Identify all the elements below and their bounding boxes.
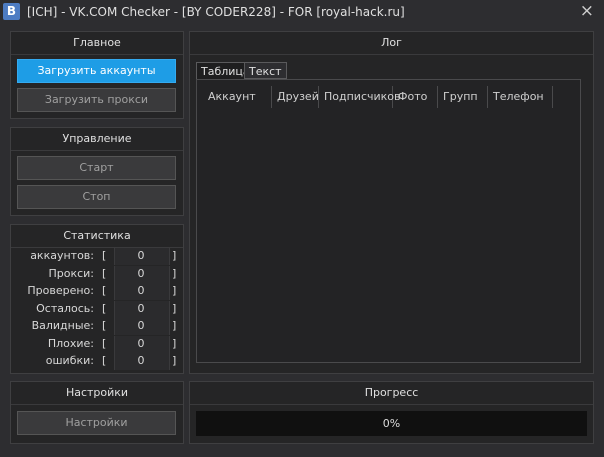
settings-button[interactable]: Настройки <box>17 411 176 435</box>
stat-bracket-right: ] <box>172 266 177 280</box>
stat-row: Прокси: [0] <box>12 265 178 283</box>
stat-bracket-right: ] <box>172 354 177 367</box>
load-accounts-button[interactable]: Загрузить аккаунты <box>17 59 176 83</box>
column-photos[interactable]: Фото <box>393 86 438 108</box>
stat-bracket-left: [ <box>102 284 107 297</box>
stat-value: 0 <box>137 301 145 315</box>
stat-label: Осталось: <box>36 301 94 315</box>
stat-row: Валидные: [0] <box>12 318 178 335</box>
stat-bracket-right: ] <box>172 319 177 332</box>
stat-bracket-left: [ <box>102 266 107 280</box>
stat-bracket-right: ] <box>172 284 177 297</box>
stat-bracket-right: ] <box>172 301 177 315</box>
stat-value: 0 <box>137 249 145 262</box>
stat-bracket-left: [ <box>102 319 107 332</box>
stat-bracket-left: [ <box>102 249 107 262</box>
log-panel-header: Лог <box>190 32 593 55</box>
stat-row: Осталось: [0] <box>12 300 178 318</box>
stat-bracket-left: [ <box>102 336 107 350</box>
load-proxies-button[interactable]: Загрузить прокси <box>17 88 176 112</box>
start-button[interactable]: Старт <box>17 156 176 180</box>
progress-bar: 0% <box>196 411 587 436</box>
stop-button[interactable]: Стоп <box>17 185 176 209</box>
stat-row: Плохие: [0] <box>12 335 178 353</box>
stat-bracket-left: [ <box>102 301 107 315</box>
stat-value: 0 <box>137 336 145 350</box>
progress-panel-header: Прогресс <box>190 382 593 405</box>
column-groups[interactable]: Групп <box>438 86 488 108</box>
column-phone[interactable]: Телефон <box>488 86 553 108</box>
stat-label: Прокси: <box>48 266 94 280</box>
stat-value: 0 <box>137 354 145 367</box>
column-account[interactable]: Аккаунт <box>203 86 272 108</box>
stat-row: ошибки: [0] <box>12 353 178 370</box>
column-followers[interactable]: Подписчиков <box>319 86 401 108</box>
stat-label: аккаунтов: <box>30 249 94 262</box>
stat-row: аккаунтов: [0] <box>12 248 178 265</box>
stat-bracket-right: ] <box>172 336 177 350</box>
stat-bracket-right: ] <box>172 249 177 262</box>
settings-panel-header: Настройки <box>11 382 183 405</box>
stat-label: Плохие: <box>47 336 94 350</box>
log-table[interactable]: Аккаунт Друзей Подписчиков Фото Групп Те… <box>196 79 581 363</box>
main-panel-header: Главное <box>11 32 183 55</box>
close-icon[interactable]: × <box>580 1 594 21</box>
stat-value: 0 <box>137 319 145 332</box>
stat-label: Валидные: <box>31 319 94 332</box>
stat-label: Проверено: <box>27 284 94 297</box>
stat-label: ошибки: <box>45 354 94 367</box>
app-icon: B <box>3 3 20 20</box>
stat-bracket-left: [ <box>102 354 107 367</box>
control-panel-header: Управление <box>11 128 183 151</box>
stat-row: Проверено: [0] <box>12 283 178 300</box>
stats-panel-header: Статистика <box>11 225 183 248</box>
window-title: [ICH] - VK.COM Checker - [BY CODER228] -… <box>27 5 405 19</box>
stat-value: 0 <box>137 266 145 280</box>
stat-value: 0 <box>137 284 145 297</box>
tab-text[interactable]: Текст <box>244 62 287 79</box>
title-bar: B [ICH] - VK.COM Checker - [BY CODER228]… <box>0 0 604 24</box>
column-friends[interactable]: Друзей <box>272 86 319 108</box>
